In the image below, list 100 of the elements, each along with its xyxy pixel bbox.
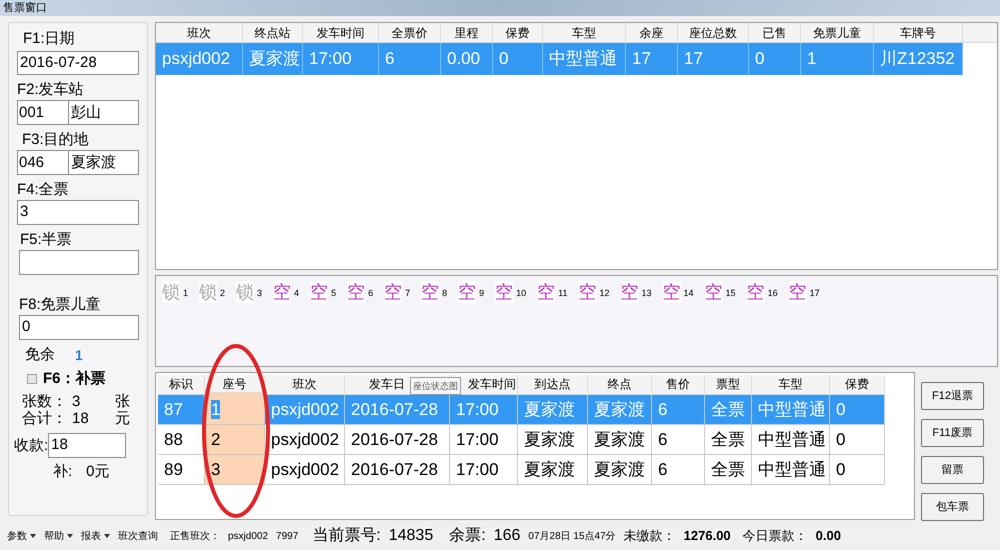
- seat-status[interactable]: 空: [273, 281, 292, 303]
- destination-field[interactable]: 046 夏家渡: [17, 150, 139, 175]
- free-count: 1: [75, 346, 83, 365]
- column-header: 发车时间: [303, 23, 379, 42]
- column-header: 车型: [543, 23, 626, 42]
- checkbox-label: F6：补票: [43, 369, 106, 389]
- seat-status[interactable]: 空: [495, 281, 514, 303]
- checkbox[interactable]: [27, 374, 37, 384]
- seat-status[interactable]: 空: [578, 281, 596, 303]
- table-cell: 中型普通: [752, 395, 830, 424]
- table-cell: 中型普通: [752, 425, 830, 454]
- column-header: 到达点: [518, 375, 588, 394]
- seat-status[interactable]: 锁: [199, 281, 218, 303]
- table-cell: 夏家渡: [588, 395, 652, 424]
- table-cell: 6: [652, 455, 705, 484]
- table-cell: 0: [493, 43, 543, 75]
- seat-status[interactable]: 空: [662, 281, 681, 303]
- ticket-row[interactable]: 87 1 psxjd002 2016-07-28 17:00 夏家渡 夏家渡 6 全票 中型普通 0: [158, 395, 885, 425]
- station-name: 彭山: [70, 103, 102, 123]
- table-cell: 6: [652, 395, 705, 424]
- column-header: 余座: [626, 23, 678, 42]
- column-header: 保费: [493, 23, 543, 42]
- seat-number: 4: [294, 287, 300, 300]
- station-code: 001: [18, 101, 69, 124]
- seat-status[interactable]: 锁: [162, 281, 180, 303]
- table-cell: psxjd002: [265, 455, 345, 484]
- seat-status[interactable]: 空: [347, 281, 366, 303]
- table-cell: psxjd002: [265, 425, 345, 454]
- seat-status[interactable]: 空: [704, 281, 723, 303]
- seat-status[interactable]: 锁: [236, 281, 254, 303]
- column-header: 班次: [156, 23, 243, 42]
- seat-status[interactable]: 空: [746, 281, 765, 303]
- date-field[interactable]: 2016-07-28: [17, 51, 139, 75]
- action-button[interactable]: F11废票: [921, 419, 984, 447]
- action-button[interactable]: 包车票: [921, 493, 984, 521]
- status-value: 1276.00: [684, 527, 731, 546]
- table-cell: 夏家渡: [518, 455, 588, 484]
- table-cell: 17: [626, 43, 678, 75]
- schedule-row[interactable]: psxjd002 夏家渡 17:00 6 0.00 0 中型普通 17 17 0 1 川Z12352: [156, 43, 963, 75]
- total-label: 合计：: [22, 410, 68, 427]
- seat-status[interactable]: 空: [421, 281, 440, 303]
- table-cell: 夏家渡: [518, 395, 588, 424]
- column-header: 免票儿童: [801, 23, 874, 42]
- field-label: F8:免票儿童: [18, 295, 102, 315]
- seat-status[interactable]: 空: [788, 281, 807, 303]
- table-cell: 全票: [705, 455, 752, 484]
- seat-status[interactable]: 空: [537, 281, 556, 303]
- child-ticket-field[interactable]: 0: [19, 315, 139, 340]
- seat-status[interactable]: 空: [458, 281, 476, 303]
- count-unit: 张: [115, 393, 130, 410]
- table-cell: 0.00: [441, 43, 493, 75]
- column-header: 座位总数: [678, 23, 749, 42]
- count-value: 3: [72, 393, 82, 410]
- action-button[interactable]: 留票: [921, 456, 984, 484]
- action-button[interactable]: F12退票: [921, 382, 984, 410]
- field-label: 收款:: [14, 436, 48, 456]
- half-ticket-field[interactable]: [19, 250, 139, 275]
- status-value: 14835: [388, 526, 434, 546]
- table-cell: 2016-07-28: [345, 425, 450, 454]
- table-cell: 全票: [705, 395, 752, 424]
- field-label: F3:目的地: [21, 130, 90, 150]
- table-cell: 2: [205, 425, 265, 454]
- table-cell: psxjd002: [265, 395, 345, 424]
- ticket-row[interactable]: 88 2 psxjd002 2016-07-28 17:00 夏家渡 夏家渡 6 全票 中型普通 0: [158, 425, 885, 455]
- seat-status[interactable]: 空: [310, 281, 328, 303]
- payment-field[interactable]: 18: [48, 433, 126, 458]
- menu-button[interactable]: 报表: [81, 528, 110, 544]
- table-cell: 87: [158, 395, 205, 424]
- menu-button[interactable]: 帮助: [44, 528, 73, 544]
- table-cell: 88: [158, 425, 205, 454]
- query-button[interactable]: 班次查询: [118, 528, 158, 544]
- ticket-row[interactable]: 89 3 psxjd002 2016-07-28 17:00 夏家渡 夏家渡 6 全票 中型普通 0: [158, 455, 885, 485]
- seat-status[interactable]: 空: [620, 281, 639, 303]
- table-cell: 17: [678, 43, 749, 75]
- status-value: 7997: [276, 530, 298, 544]
- field-label: F1:日期: [22, 29, 76, 49]
- count-label: 张数：: [22, 393, 68, 410]
- status-label: 今日票款：: [742, 527, 808, 546]
- total-unit: 元: [115, 410, 130, 427]
- caret-icon: [104, 534, 110, 538]
- column-header: 里程: [441, 23, 493, 42]
- status-label: 当前票号:: [312, 526, 381, 546]
- seat-number: 7: [405, 287, 410, 300]
- column-header: 全票价: [379, 23, 441, 42]
- seat-status[interactable]: 空: [384, 281, 402, 303]
- column-header: 标识: [158, 375, 205, 394]
- seat-number: 14: [684, 287, 694, 300]
- full-ticket-field[interactable]: 3: [17, 200, 139, 225]
- seat-number: 12: [600, 287, 610, 300]
- seat-number: 2: [220, 287, 226, 300]
- table-cell: 0: [749, 43, 801, 75]
- table-cell: 川Z12352: [874, 43, 963, 75]
- menu-button[interactable]: 参数: [7, 528, 36, 544]
- departure-field[interactable]: 001 彭山: [17, 100, 139, 125]
- table-cell: 17:00: [450, 455, 518, 484]
- change-value: 0元: [86, 462, 110, 482]
- table-cell: psxjd002: [156, 43, 243, 75]
- field-label: 免余: [25, 345, 55, 365]
- table-cell: 夏家渡: [518, 425, 588, 454]
- table-cell: 夏家渡: [588, 425, 652, 454]
